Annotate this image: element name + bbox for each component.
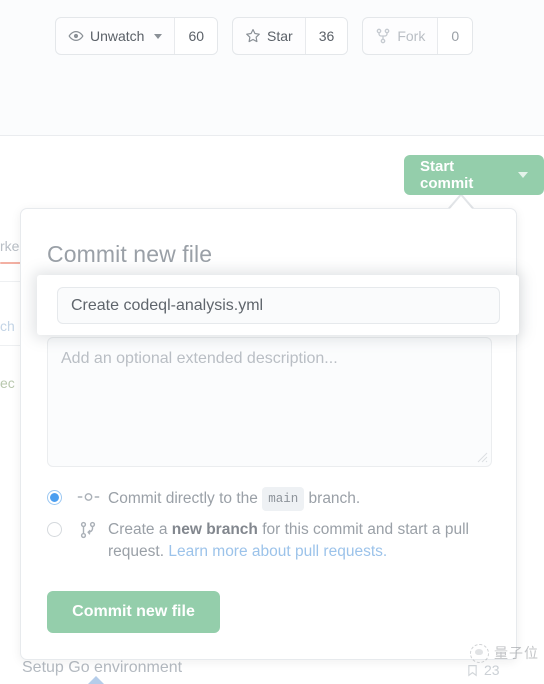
background-chevron-icon bbox=[88, 676, 104, 684]
highlighted-commit-message-input[interactable] bbox=[57, 287, 500, 324]
fork-label: Fork bbox=[397, 28, 426, 44]
unwatch-count: 60 bbox=[174, 18, 218, 54]
commit-directly-text: Commit directly to the main branch. bbox=[108, 487, 360, 511]
unwatch-button[interactable]: Unwatch bbox=[56, 18, 174, 54]
star-button-group[interactable]: Star 36 bbox=[232, 17, 349, 55]
star-icon bbox=[245, 28, 261, 44]
bookmark-icon bbox=[466, 664, 479, 677]
fork-button-group[interactable]: Fork 0 bbox=[362, 17, 474, 55]
create-new-branch-text: Create a new branch for this commit and … bbox=[108, 519, 497, 563]
dialog-title: Commit new file bbox=[47, 241, 213, 267]
git-branch-icon bbox=[74, 521, 102, 539]
watermark-text: 量子位 bbox=[494, 646, 539, 662]
fork-button[interactable]: Fork bbox=[363, 18, 437, 54]
fork-count: 0 bbox=[437, 18, 473, 54]
branch-name-chip: main bbox=[262, 487, 305, 511]
radio-commit-directly[interactable] bbox=[47, 490, 62, 505]
star-count: 36 bbox=[304, 18, 348, 54]
star-button[interactable]: Star bbox=[233, 18, 305, 54]
radio-create-new-branch[interactable] bbox=[47, 522, 62, 537]
eye-icon bbox=[68, 28, 84, 44]
unwatch-label: Unwatch bbox=[90, 28, 145, 44]
quantum-bit-logo-icon bbox=[470, 643, 489, 663]
popup-caret-fill-icon bbox=[449, 196, 473, 210]
radio-option-commit-directly[interactable]: Commit directly to the main branch. bbox=[47, 487, 497, 511]
background-bottom-count: 23 bbox=[466, 662, 500, 678]
watermark: 量子位 bbox=[470, 643, 539, 663]
radio-option-create-new-branch[interactable]: Create a new branch for this commit and … bbox=[47, 519, 497, 563]
commit-directly-text-before: Commit directly to the bbox=[108, 490, 258, 507]
fork-icon bbox=[375, 28, 391, 44]
git-commit-icon bbox=[74, 489, 102, 505]
start-commit-button[interactable]: Start commit bbox=[404, 155, 544, 195]
new-branch-strong: new branch bbox=[171, 521, 258, 538]
commit-new-file-button[interactable]: Commit new file bbox=[47, 591, 220, 633]
background-step-label: Setup Go environment bbox=[22, 659, 183, 676]
commit-description-textarea[interactable] bbox=[47, 337, 492, 467]
unwatch-button-group[interactable]: Unwatch 60 bbox=[55, 17, 219, 55]
chevron-down-icon[interactable] bbox=[518, 172, 528, 178]
background-bottom-count-value: 23 bbox=[484, 662, 500, 678]
chevron-down-icon bbox=[154, 33, 163, 39]
start-commit-label: Start commit bbox=[420, 158, 474, 192]
commit-directly-text-after: branch. bbox=[308, 490, 361, 507]
new-branch-text-before: Create a bbox=[108, 521, 168, 538]
repo-action-buttons: Unwatch 60 Star 36 Fork 0 bbox=[55, 17, 474, 55]
pull-requests-link[interactable]: Learn more about pull requests. bbox=[168, 543, 387, 560]
star-label: Star bbox=[267, 28, 293, 44]
